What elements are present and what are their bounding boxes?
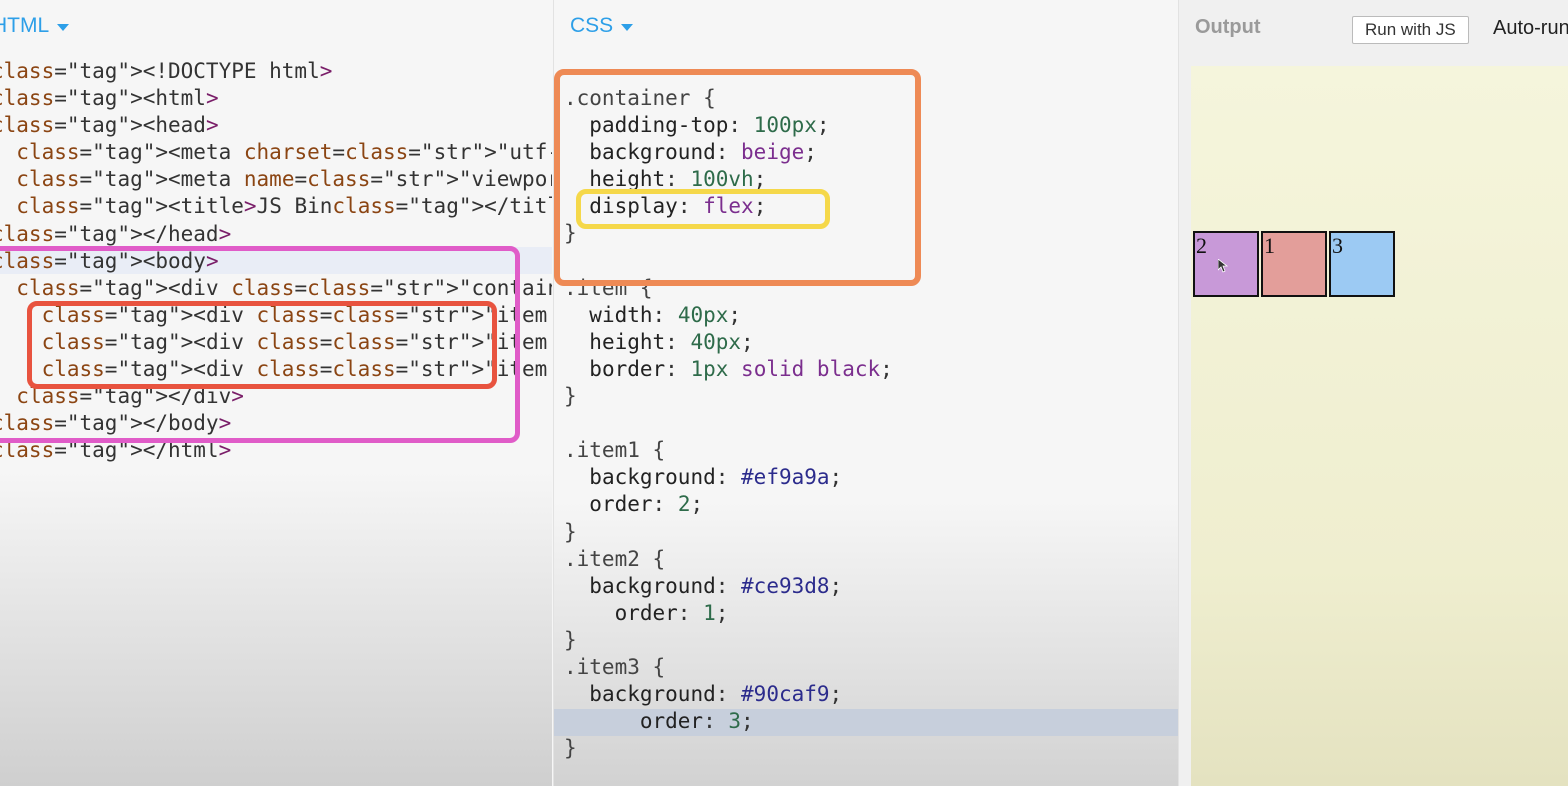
css-code-line[interactable]: .item3 { xyxy=(564,654,893,681)
html-code-line[interactable]: class="tag"><!DOCTYPE html> xyxy=(0,58,552,85)
css-code-line[interactable]: } xyxy=(564,383,893,410)
css-code-line[interactable]: order: 3; xyxy=(564,708,893,735)
css-code-line[interactable]: order: 2; xyxy=(564,491,893,518)
html-code-line[interactable]: class="tag"><title>JS Binclass="tag"></t… xyxy=(0,193,552,220)
container-rule-highlight-box xyxy=(554,69,921,286)
css-code-line[interactable]: .item1 { xyxy=(564,437,893,464)
html-pane-title: HTML xyxy=(0,14,50,37)
output-preview-frame: 2 1 3 xyxy=(1191,66,1568,786)
chevron-down-icon[interactable] xyxy=(57,24,70,31)
css-code-line[interactable]: } xyxy=(564,735,893,762)
css-editor-pane[interactable]: CSS .container { padding-top: 100px; bac… xyxy=(553,0,1178,786)
auto-run-js-checkbox-label[interactable]: Auto-run JS xyxy=(1493,17,1568,40)
html-code-line[interactable]: class="tag"></head> xyxy=(0,221,552,248)
css-code-line[interactable]: } xyxy=(564,519,893,546)
html-code-line[interactable]: class="tag"><meta name=class="str">"view… xyxy=(0,166,552,193)
css-code-line[interactable]: background: #90caf9; xyxy=(564,681,893,708)
run-with-js-button[interactable]: Run with JS xyxy=(1352,16,1469,44)
chevron-down-icon[interactable] xyxy=(621,24,634,31)
css-pane-header[interactable]: CSS xyxy=(570,14,634,38)
output-pane: Output Run with JS Auto-run JS 2 1 3 xyxy=(1178,0,1568,786)
css-code-line[interactable]: height: 40px; xyxy=(564,329,893,356)
flex-item: 3 xyxy=(1329,231,1395,297)
css-pane-title: CSS xyxy=(570,14,614,37)
html-editor-pane[interactable]: HTML class="tag"><!DOCTYPE html>class="t… xyxy=(0,0,552,786)
css-code-line[interactable]: width: 40px; xyxy=(564,302,893,329)
display-flex-highlight-box xyxy=(576,189,830,229)
css-code-line[interactable]: background: #ce93d8; xyxy=(564,573,893,600)
output-title: Output xyxy=(1195,16,1261,38)
css-code-line[interactable]: .item2 { xyxy=(564,546,893,573)
html-code-line[interactable]: class="tag"><head> xyxy=(0,112,552,139)
html-code-line[interactable]: class="tag"><html> xyxy=(0,85,552,112)
css-code-line[interactable] xyxy=(564,410,893,437)
css-code-line[interactable]: background: #ef9a9a; xyxy=(564,464,893,491)
css-code-line[interactable]: order: 1; xyxy=(564,600,893,627)
items-highlight-box xyxy=(27,301,497,389)
html-code-line[interactable]: class="tag"><meta charset=class="str">"u… xyxy=(0,139,552,166)
html-pane-header[interactable]: HTML xyxy=(0,14,70,38)
mouse-cursor-icon xyxy=(1218,259,1228,273)
css-code-line[interactable]: border: 1px solid black; xyxy=(564,356,893,383)
flex-item: 1 xyxy=(1261,231,1327,297)
css-code-line[interactable]: } xyxy=(564,627,893,654)
